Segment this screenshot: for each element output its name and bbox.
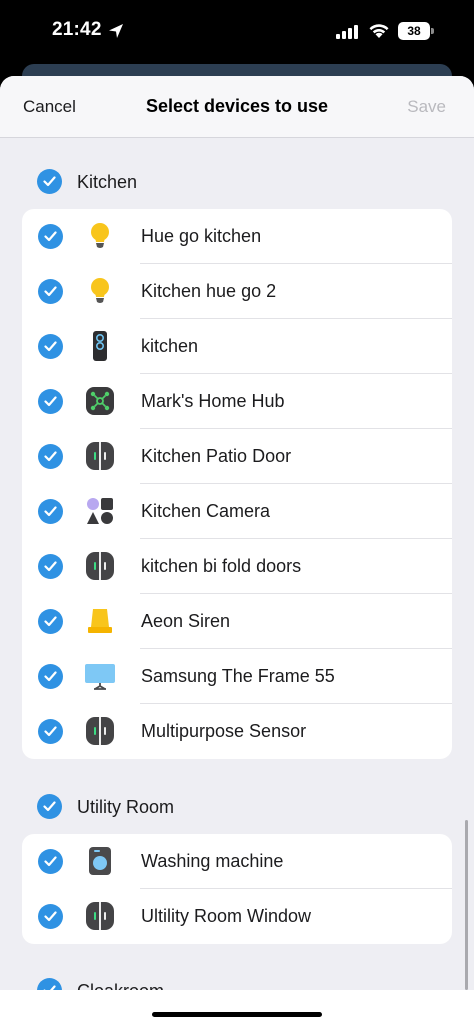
device-row[interactable]: Mark's Home Hub bbox=[22, 374, 452, 429]
checkmark-icon bbox=[44, 396, 57, 407]
checkmark-icon bbox=[44, 856, 57, 867]
contact-sensor-icon bbox=[85, 551, 115, 581]
kitchen-section-checkbox[interactable] bbox=[37, 169, 62, 194]
navigation-bar: Cancel Select devices to use Save bbox=[0, 76, 474, 138]
checkmark-icon bbox=[43, 176, 56, 187]
device-name: Ultility Room Window bbox=[141, 906, 312, 926]
device-name: Multipurpose Sensor bbox=[141, 721, 307, 741]
device-name: Mark's Home Hub bbox=[141, 391, 285, 411]
contact-sensor-icon bbox=[85, 901, 115, 931]
device-row[interactable]: Multipurpose Sensor bbox=[22, 704, 452, 759]
washer-icon bbox=[85, 846, 115, 876]
device-row[interactable]: Hue go kitchen bbox=[22, 209, 452, 264]
device-checkbox[interactable] bbox=[38, 904, 63, 929]
hub-icon bbox=[85, 386, 115, 416]
device-checkbox[interactable] bbox=[38, 609, 63, 634]
wifi-icon bbox=[369, 24, 389, 38]
status-time: 21:42 bbox=[52, 19, 102, 40]
checkmark-icon bbox=[44, 451, 57, 462]
device-checkbox[interactable] bbox=[38, 849, 63, 874]
device-name: Kitchen Patio Door bbox=[141, 446, 292, 466]
bottom-safe-area bbox=[0, 990, 474, 1027]
battery-tip bbox=[431, 28, 434, 34]
battery-indicator: 38 bbox=[398, 22, 434, 40]
bulb-icon bbox=[85, 221, 115, 251]
device-checkbox[interactable] bbox=[38, 554, 63, 579]
scrollbar[interactable] bbox=[465, 820, 468, 990]
device-row[interactable]: Aeon Siren bbox=[22, 594, 452, 649]
section-label: Kitchen bbox=[77, 172, 138, 192]
device-row[interactable]: Samsung The Frame 55 bbox=[22, 649, 452, 704]
checkmark-icon bbox=[44, 726, 57, 737]
battery-level: 38 bbox=[398, 22, 430, 40]
device-row[interactable]: Kitchen Camera bbox=[22, 484, 452, 539]
device-checkbox[interactable] bbox=[38, 279, 63, 304]
device-name: Washing machine bbox=[141, 851, 284, 871]
device-row[interactable]: Kitchen hue go 2 bbox=[22, 264, 452, 319]
device-checkbox[interactable] bbox=[38, 499, 63, 524]
utility-room-device-list: Washing machine Ultility Room Window bbox=[22, 834, 452, 944]
section-label: Utility Room bbox=[77, 797, 175, 817]
device-checkbox[interactable] bbox=[38, 334, 63, 359]
device-name: Hue go kitchen bbox=[141, 226, 262, 246]
device-checkbox[interactable] bbox=[38, 389, 63, 414]
cellular-signal-icon bbox=[336, 25, 358, 39]
remote-icon bbox=[85, 331, 115, 361]
tv-icon bbox=[85, 661, 115, 691]
device-row[interactable]: Ultility Room Window bbox=[22, 889, 452, 944]
checkmark-icon bbox=[44, 616, 57, 627]
checkmark-icon bbox=[44, 561, 57, 572]
device-row[interactable]: kitchen bi fold doors bbox=[22, 539, 452, 594]
page-title: Select devices to use bbox=[145, 96, 329, 116]
device-name: Aeon Siren bbox=[141, 611, 231, 631]
home-indicator[interactable] bbox=[152, 1012, 322, 1017]
checkmark-icon bbox=[43, 801, 56, 812]
siren-icon bbox=[85, 606, 115, 636]
device-checkbox[interactable] bbox=[38, 664, 63, 689]
checkmark-icon bbox=[44, 911, 57, 922]
generic-device-icon bbox=[85, 496, 115, 526]
checkmark-icon bbox=[44, 506, 57, 517]
contact-sensor-icon bbox=[85, 716, 115, 746]
device-name: Kitchen hue go 2 bbox=[141, 281, 277, 301]
device-checkbox[interactable] bbox=[38, 444, 63, 469]
checkmark-icon bbox=[44, 286, 57, 297]
location-arrow-icon bbox=[109, 24, 123, 38]
device-checkbox[interactable] bbox=[38, 224, 63, 249]
device-row[interactable]: Kitchen Patio Door bbox=[22, 429, 452, 484]
device-name: kitchen bbox=[141, 336, 199, 356]
device-row[interactable]: kitchen bbox=[22, 319, 452, 374]
checkmark-icon bbox=[44, 341, 57, 352]
device-row[interactable]: Washing machine bbox=[22, 834, 452, 889]
device-checkbox[interactable] bbox=[38, 719, 63, 744]
utility-room-section-checkbox[interactable] bbox=[37, 794, 62, 819]
checkmark-icon bbox=[44, 671, 57, 682]
device-name: Samsung The Frame 55 bbox=[141, 666, 335, 686]
checkmark-icon bbox=[44, 231, 57, 242]
device-name: kitchen bi fold doors bbox=[141, 556, 302, 576]
select-devices-sheet: Cancel Select devices to use Save Kitche… bbox=[0, 76, 474, 1027]
kitchen-device-list: Hue go kitchen Kitchen hue go 2 kitchen Mar… bbox=[22, 209, 452, 759]
contact-sensor-icon bbox=[85, 441, 115, 471]
status-bar: 21:42 38 bbox=[0, 0, 474, 64]
save-button[interactable]: Save bbox=[407, 97, 446, 117]
bulb-icon bbox=[85, 276, 115, 306]
device-name: Kitchen Camera bbox=[141, 501, 271, 521]
